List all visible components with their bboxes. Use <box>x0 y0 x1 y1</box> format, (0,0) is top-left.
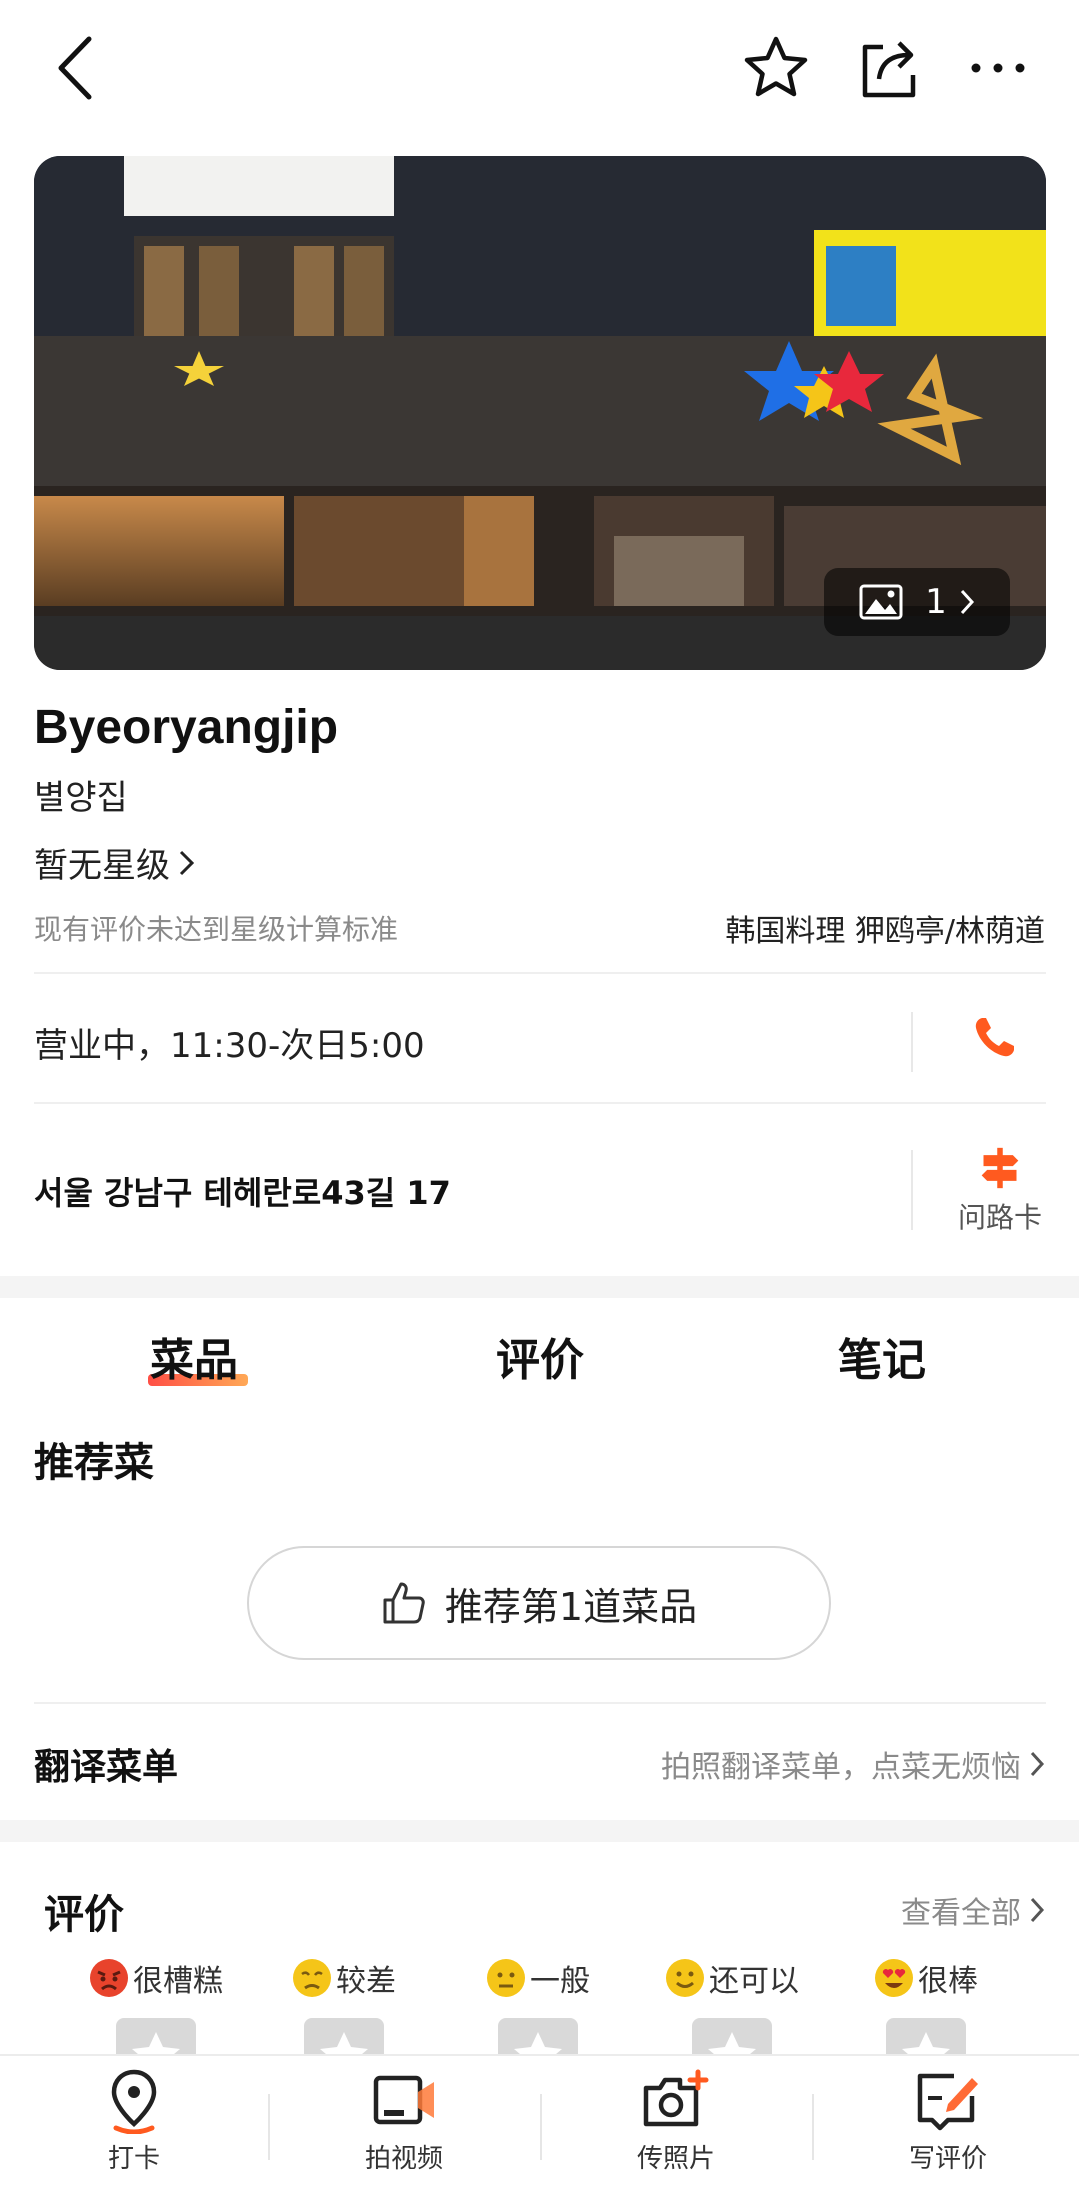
checkin-button[interactable]: 打卡 <box>34 2068 234 2175</box>
rating-option-label: 很槽糕 <box>133 1964 223 1999</box>
chevron-right-icon <box>1030 1897 1045 1923</box>
heart-eyes-face-icon <box>875 1959 913 1997</box>
chevron-right-icon <box>1030 1751 1045 1777</box>
section-gap <box>0 1276 1079 1298</box>
recommend-dish-button[interactable]: 推荐第1道菜品 <box>247 1546 831 1660</box>
rating-option-label: 很棒 <box>918 1964 978 1999</box>
translate-menu-hint: 拍照翻译菜单，点菜无烦恼 <box>661 1750 1021 1785</box>
category-area: 韩国料理 狎鸥亭/林荫道 <box>725 914 1045 949</box>
divider <box>812 2094 814 2160</box>
bottom-action-bar: 打卡 拍视频 传照片 写评价 <box>0 2054 1079 2193</box>
divider <box>540 2094 542 2160</box>
neutral-face-icon <box>487 1959 525 1997</box>
reviews-title: 评价 <box>44 1892 124 1938</box>
section-gap <box>0 1820 1079 1842</box>
write-review-button[interactable]: 写评价 <box>848 2068 1048 2175</box>
business-hours: 营业中，11:30-次日5:00 <box>34 1026 425 1066</box>
translate-menu-link[interactable]: 拍照翻译菜单，点菜无烦恼 <box>661 1742 1045 1786</box>
record-video-button[interactable]: 拍视频 <box>304 2068 504 2175</box>
divider <box>34 972 1046 974</box>
nav-label: 拍视频 <box>364 2144 443 2174</box>
tab-notes[interactable]: 笔记 <box>838 1324 926 1388</box>
smile-face-icon <box>666 1959 704 1997</box>
chevron-right-icon <box>179 850 195 875</box>
tab-reviews[interactable]: 评价 <box>496 1324 584 1388</box>
rating-option-label: 还可以 <box>709 1964 799 1999</box>
angry-face-icon <box>90 1959 128 1997</box>
chevron-left-icon <box>58 36 92 100</box>
camera-plus-icon <box>643 2069 709 2127</box>
thumbs-up-icon <box>383 1582 425 1624</box>
photo-count-badge[interactable]: 1 <box>824 568 1010 636</box>
phone-icon <box>975 1018 1014 1057</box>
star-outline-icon <box>744 36 808 97</box>
rating-note: 现有评价未达到星级计算标准 <box>34 913 399 946</box>
signpost-icon <box>981 1147 1019 1189</box>
edit-review-icon <box>917 2073 978 2131</box>
sad-face-icon <box>293 1959 331 1997</box>
back-button[interactable] <box>36 28 116 108</box>
share-icon <box>862 41 916 98</box>
nav-label: 打卡 <box>107 2144 160 2174</box>
photo-count-text: 1 <box>925 582 947 622</box>
see-all-reviews-link[interactable]: 查看全部 <box>901 1888 1045 1932</box>
address[interactable]: 서울 강남구 테헤란로43길 17 <box>34 1168 451 1214</box>
share-button[interactable] <box>848 28 928 108</box>
top-bar <box>0 0 1079 150</box>
divider <box>34 1702 1046 1704</box>
divider <box>268 2094 270 2160</box>
divider <box>911 1150 913 1230</box>
rating-text: 暂无星级 <box>34 846 170 886</box>
location-pin-icon <box>111 2069 157 2134</box>
rating-link[interactable]: 暂无星级 <box>34 838 196 887</box>
route-card-button[interactable]: 问路卡 <box>945 1146 1055 1236</box>
upload-photo-button[interactable]: 传照片 <box>576 2068 776 2175</box>
recommend-dish-label: 推荐第1道菜品 <box>444 1584 698 1629</box>
tab-dishes[interactable]: 菜品 <box>150 1324 238 1388</box>
divider <box>911 1012 913 1072</box>
rating-option-label: 一般 <box>530 1964 590 1999</box>
recommended-dishes-title: 推荐菜 <box>34 1440 154 1486</box>
favorite-button[interactable] <box>736 28 816 108</box>
divider <box>34 1102 1046 1104</box>
phone-button[interactable] <box>960 1002 1030 1072</box>
video-camera-icon <box>373 2075 434 2125</box>
restaurant-name: Byeoryangjip <box>34 701 339 754</box>
translate-menu-title: 翻译菜单 <box>34 1747 179 1788</box>
route-card-label: 问路卡 <box>957 1201 1042 1234</box>
restaurant-photo[interactable]: 1 <box>34 156 1046 670</box>
nav-label: 传照片 <box>636 2144 715 2174</box>
more-button[interactable] <box>958 28 1038 108</box>
see-all-label: 查看全部 <box>901 1896 1021 1931</box>
restaurant-local-name: 별양집 <box>34 778 128 818</box>
chevron-right-icon <box>960 589 974 615</box>
rating-option-label: 较差 <box>336 1964 396 1999</box>
more-dots-icon <box>971 63 1025 73</box>
nav-label: 写评价 <box>908 2144 987 2174</box>
image-icon <box>859 584 903 620</box>
